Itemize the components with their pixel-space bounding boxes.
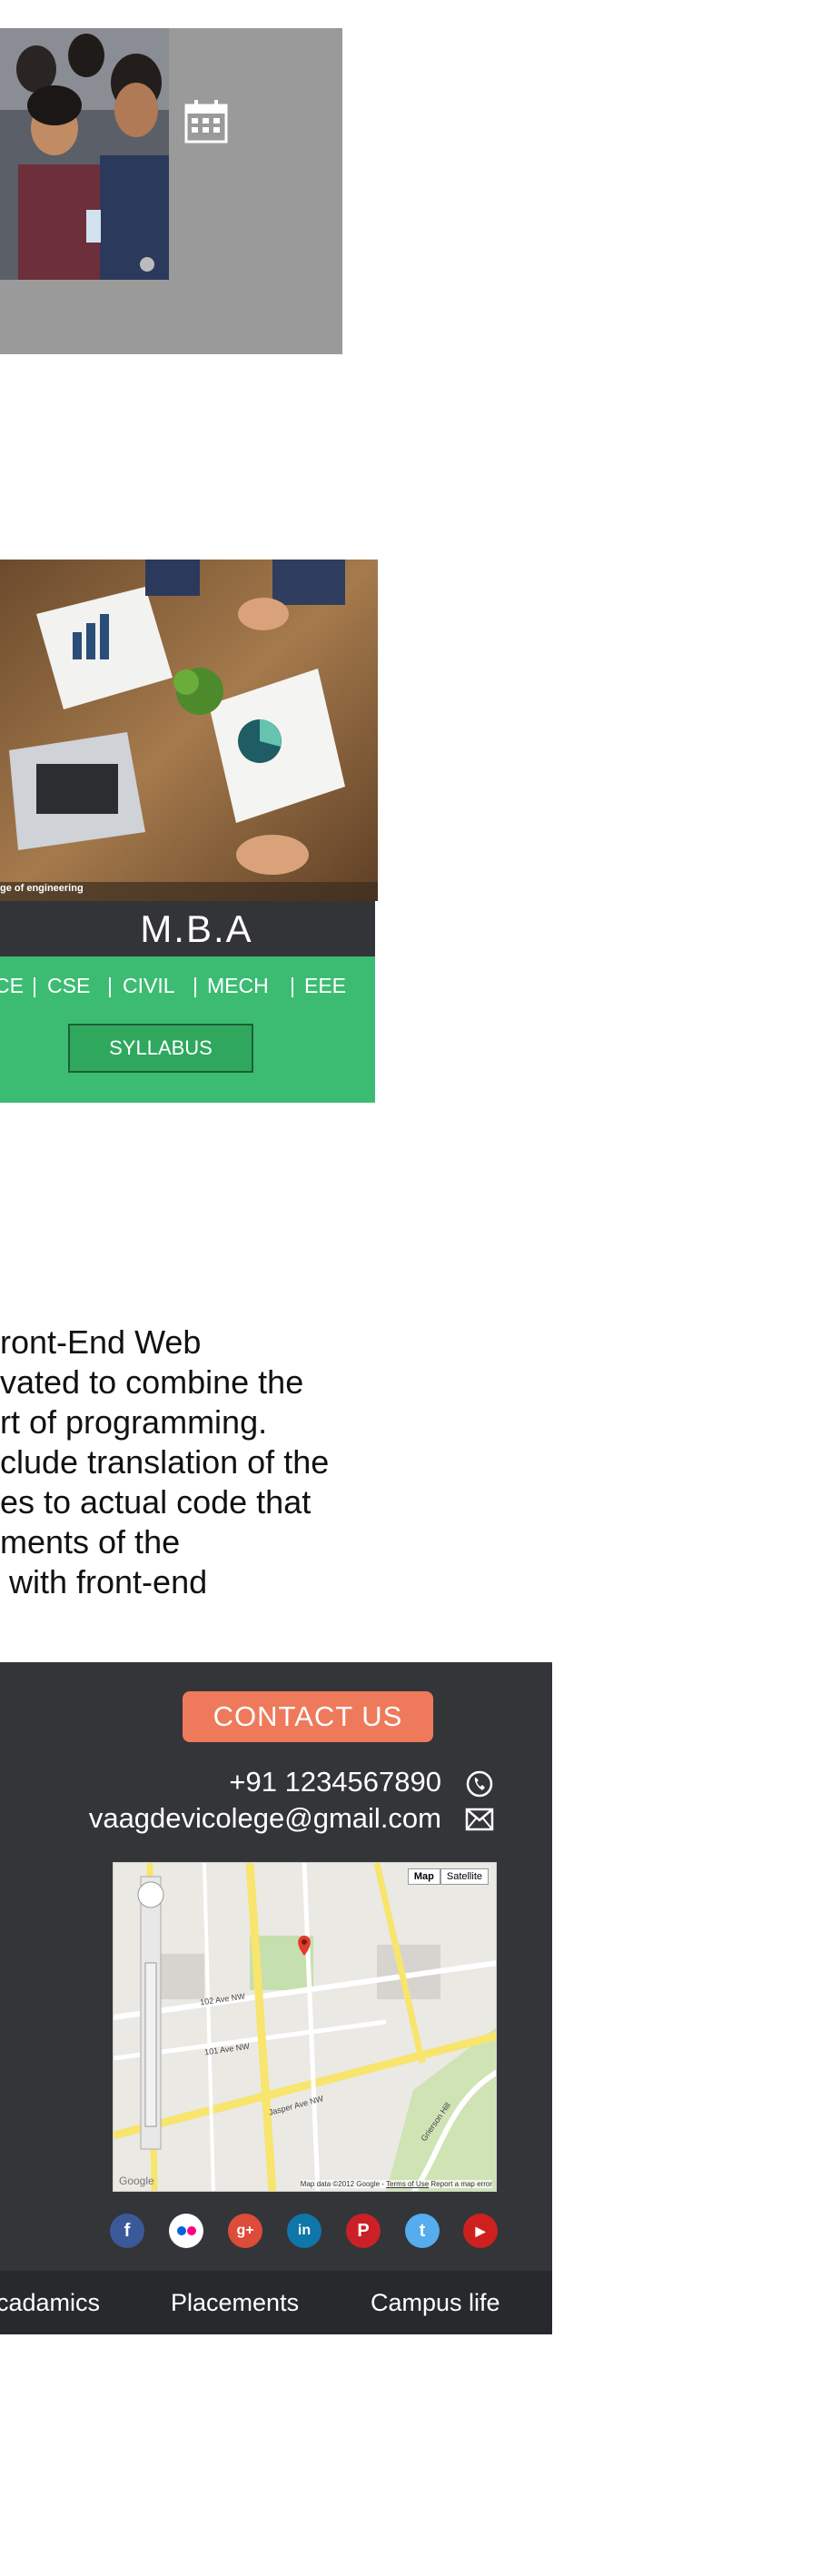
branch-eee: EEE: [304, 974, 347, 997]
nav-academics[interactable]: cadamics: [0, 2271, 100, 2334]
about-line: clude translation of the: [0, 1443, 330, 1481]
syllabus-button[interactable]: SYLLABUS: [68, 1024, 253, 1073]
branch-divider: |: [107, 974, 113, 997]
about-paragraph: ront-End Web vated to combine the rt of …: [0, 1323, 381, 1602]
map-attribution: Map data ©2012 Google - Terms of Use Rep…: [300, 2180, 492, 2188]
map-type-control[interactable]: Map Satellite: [407, 1868, 489, 1885]
satellite-view-button[interactable]: Satellite: [440, 1868, 489, 1885]
google-plus-icon[interactable]: g+: [228, 2214, 262, 2248]
nav-placements[interactable]: Placements: [171, 2271, 299, 2334]
course-photo: ge of engineering: [0, 560, 378, 901]
branch-civil: CIVIL: [123, 974, 175, 997]
about-line: es to actual code that: [0, 1483, 312, 1521]
branch-cse: CSE: [47, 974, 91, 997]
branch-divider: |: [32, 974, 37, 997]
linkedin-icon[interactable]: in: [287, 2214, 321, 2248]
branch-divider: |: [193, 974, 198, 997]
about-line: ments of the: [0, 1523, 181, 1560]
map-terms-link[interactable]: Terms of Use: [386, 2180, 429, 2188]
youtube-icon[interactable]: ▶: [463, 2214, 498, 2248]
phone-icon: [465, 1769, 494, 1798]
mail-icon: [465, 1808, 494, 1831]
about-line: rt of programming.: [0, 1403, 268, 1441]
email-address[interactable]: vaagdevicolege@gmail.com: [89, 1802, 441, 1835]
twitter-icon[interactable]: t: [405, 2214, 440, 2248]
branch-list: CE | CSE | CIVIL | MECH | EEE: [0, 974, 375, 1001]
calendar-icon: [184, 98, 228, 144]
branch-mech: MECH: [207, 974, 269, 997]
event-photo: [0, 28, 169, 280]
pinterest-icon[interactable]: P: [346, 2214, 381, 2248]
google-logo: Google: [119, 2175, 154, 2187]
course-title: M.B.A: [0, 901, 375, 956]
branch-divider: |: [290, 974, 295, 997]
photo-caption: ge of engineering: [0, 883, 84, 894]
about-line: ront-End Web: [0, 1323, 202, 1361]
nav-campus-life[interactable]: Campus life: [371, 2271, 500, 2334]
map-view-button[interactable]: Map: [407, 1868, 440, 1885]
flickr-icon[interactable]: [169, 2214, 203, 2248]
about-line: with front-end: [0, 1563, 208, 1600]
phone-number[interactable]: +91 1234567890: [229, 1766, 441, 1798]
map-report-link[interactable]: Report a map error: [430, 2180, 492, 2188]
facebook-icon[interactable]: f: [110, 2214, 144, 2248]
branch-ce: CE: [0, 974, 24, 997]
about-line: vated to combine the: [0, 1363, 304, 1401]
map-attribution-text: Map data ©2012 Google: [300, 2180, 381, 2188]
location-map[interactable]: Map Satellite 102 Ave NW Jasper Ave NW 1…: [113, 1862, 497, 2192]
contact-us-button[interactable]: CONTACT US: [183, 1691, 433, 1742]
